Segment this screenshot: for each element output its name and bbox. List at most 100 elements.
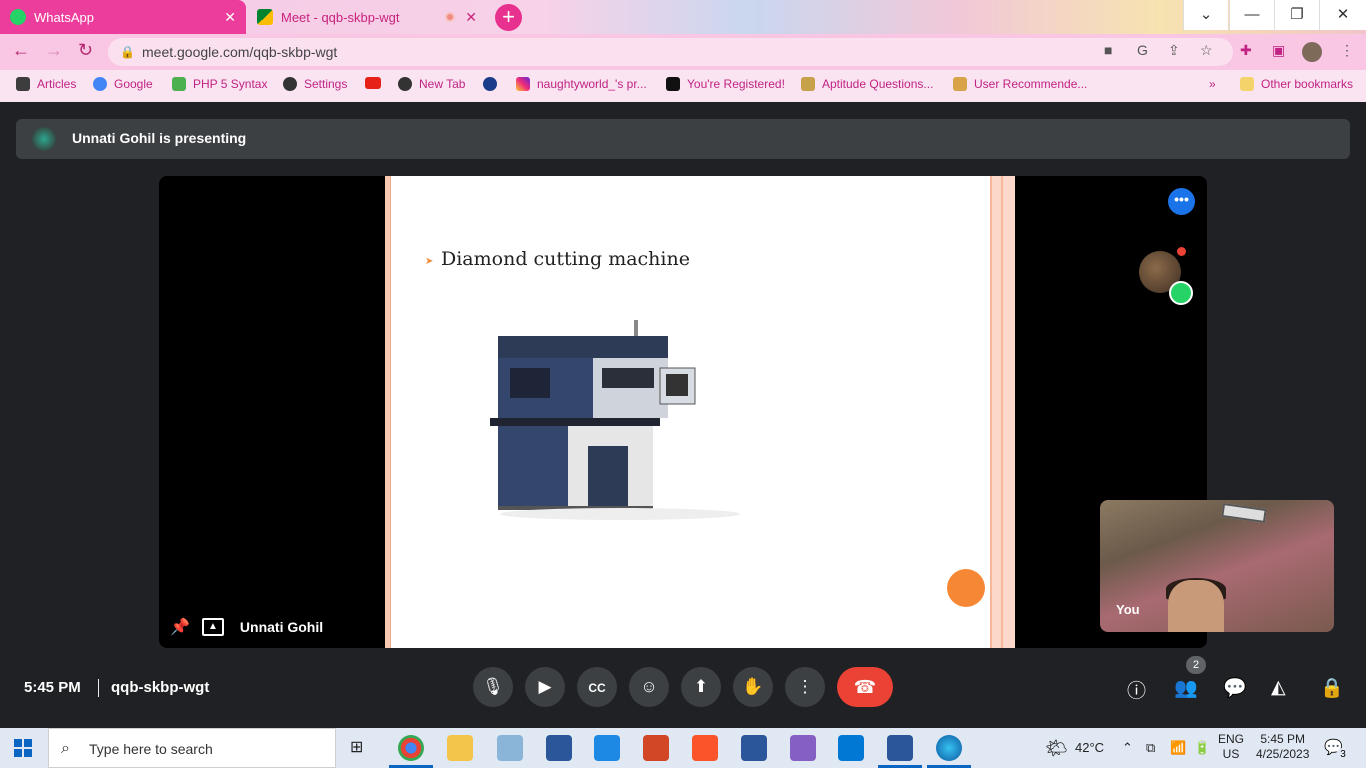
chat-icon[interactable]: 💬 [1223,676,1247,700]
bookmark-item[interactable]: Google [93,77,153,91]
word-icon[interactable] [887,735,913,761]
taskbar-clock[interactable]: 5:45 PM 4/25/2023 [1256,732,1309,762]
slide: ➤ Diamond cutting machine [385,176,1015,648]
back-icon[interactable]: ← [12,40,30,61]
recording-dot-icon [445,12,455,22]
instagram-icon [516,77,530,91]
activities-icon[interactable]: ◭ [1271,676,1286,699]
people-icon[interactable]: 👥 [1174,676,1198,700]
chrome-icon[interactable] [398,735,424,761]
desktop-app-icon[interactable] [497,735,523,761]
close-icon[interactable]: ✕ [224,9,236,26]
forward-icon[interactable]: → [45,40,63,61]
tab-search-icon[interactable]: ⌄ [1183,0,1228,30]
self-view-tile[interactable]: You [1100,500,1334,632]
vscode-icon[interactable] [838,735,864,761]
minimize-button[interactable]: — [1229,0,1274,30]
hand-icon: ✋ [742,677,764,696]
bookmark-item[interactable]: New Tab [398,77,465,91]
share-icon[interactable]: ⇪ [1168,42,1180,59]
file-explorer-icon[interactable] [447,735,473,761]
close-window-button[interactable]: ✕ [1319,0,1366,30]
word-icon[interactable] [546,735,572,761]
participant-count-badge: 2 [1186,656,1206,674]
bookmark-item[interactable]: naughtyworld_'s pr... [516,77,647,91]
youtube-bookmark[interactable] [365,77,388,89]
new-tab-button[interactable]: + [495,4,522,31]
present-button[interactable]: ⬆ [681,667,721,707]
g-icon [666,77,680,91]
meeting-code: qqb-skbp-wgt [111,679,210,696]
google-icon[interactable]: G [1137,42,1148,58]
weather-temp[interactable]: 42°C [1075,728,1104,768]
windows-start-icon[interactable] [14,739,32,757]
slide-border [987,176,1015,648]
pointer-dot [947,569,985,607]
sidepanel-icon[interactable]: ▣ [1272,42,1285,59]
tab-label: WhatsApp [34,9,94,25]
visual-studio-icon[interactable] [790,735,816,761]
bookmark-item[interactable]: PHP 5 Syntax [172,77,267,91]
bookmark-item[interactable]: Aptitude Questions... [801,77,933,91]
bookmark-item[interactable]: Settings [283,77,347,91]
raise-hand-button[interactable]: ✋ [733,667,773,707]
chevron-up-icon[interactable]: ⌃ [1122,728,1133,768]
word-icon[interactable] [741,735,767,761]
profile-avatar[interactable] [1302,42,1322,62]
bookmark-item[interactable]: You're Registered! [666,77,785,91]
mic-button[interactable]: 🎙 [473,667,513,707]
background-lamp [1221,503,1267,523]
reload-icon[interactable]: ↻ [78,40,93,61]
store-icon[interactable] [594,735,620,761]
star-icon[interactable]: ☆ [1200,42,1213,59]
meet-icon [257,9,273,25]
weather-icon[interactable]: 🌤 [1045,728,1068,768]
more-options-button[interactable]: ••• [1168,188,1195,215]
bookmarks-bar: Articles Google PHP 5 Syntax Settings Ne… [0,70,1366,102]
aptitude-icon [801,77,815,91]
bookmark-item[interactable]: Articles [16,77,76,91]
task-view-icon[interactable]: ⊞ [350,728,363,768]
end-call-button[interactable]: ☎ [837,667,893,707]
camera-button[interactable]: ▶ [525,667,565,707]
meet-tray-icon[interactable]: ⧉ [1146,728,1155,768]
presenter-label-row: 📌 ▲ Unnati Gohil [170,616,323,638]
edge-icon[interactable] [936,735,962,761]
presenting-banner: Unnati Gohil is presenting [16,119,1350,159]
present-screen-icon: ▲ [201,618,224,636]
wifi-icon[interactable]: 📶 [1170,728,1186,768]
divider [98,679,99,697]
restore-button[interactable]: ❐ [1274,0,1319,30]
hangup-icon: ☎ [853,677,877,697]
menu-icon[interactable]: ⋮ [1340,42,1354,59]
address-bar[interactable]: 🔒 meet.google.com/qqb-skbp-wgt [108,38,1233,66]
tab-whatsapp[interactable]: WhatsApp ✕ [0,0,246,34]
play-icon [483,77,497,91]
more-button[interactable]: ⋮ [785,667,825,707]
bookmark-item[interactable]: Other bookmarks [1240,77,1353,91]
info-icon[interactable]: ⓘ [1127,676,1146,703]
pin-icon[interactable]: 📌 [170,617,190,637]
brave-icon[interactable] [692,735,718,761]
tab-strip: WhatsApp ✕ Meet - qqb-skbp-wgt ✕ + ⌄ — ❐… [0,0,1366,34]
presenter-name: Unnati Gohil [239,619,324,635]
more-bookmarks-icon[interactable]: » [1209,77,1216,91]
play-bookmark[interactable] [483,77,504,91]
extensions-icon[interactable]: ✚ [1240,42,1252,59]
meeting-time: 5:45 PM [24,679,81,696]
taskbar-search[interactable]: ⌕ Type here to search [48,728,336,768]
battery-icon[interactable]: 🔋 [1194,728,1210,768]
present-icon: ⬆ [693,677,709,696]
slide-border [385,176,391,648]
reactions-button[interactable]: ☺ [629,667,669,707]
bookmark-item[interactable]: User Recommende... [953,77,1087,91]
close-icon[interactable]: ✕ [465,9,477,26]
camera-icon[interactable]: ■ [1104,42,1112,58]
captions-button[interactable]: CC [577,667,617,707]
language-indicator[interactable]: ENG US [1218,732,1244,762]
powerpoint-icon[interactable] [643,735,669,761]
tab-meet[interactable]: Meet - qqb-skbp-wgt ✕ [247,0,487,34]
bookmark-icon [16,77,30,91]
host-controls-icon[interactable]: 🔒 [1320,676,1344,700]
w3-icon [172,77,186,91]
